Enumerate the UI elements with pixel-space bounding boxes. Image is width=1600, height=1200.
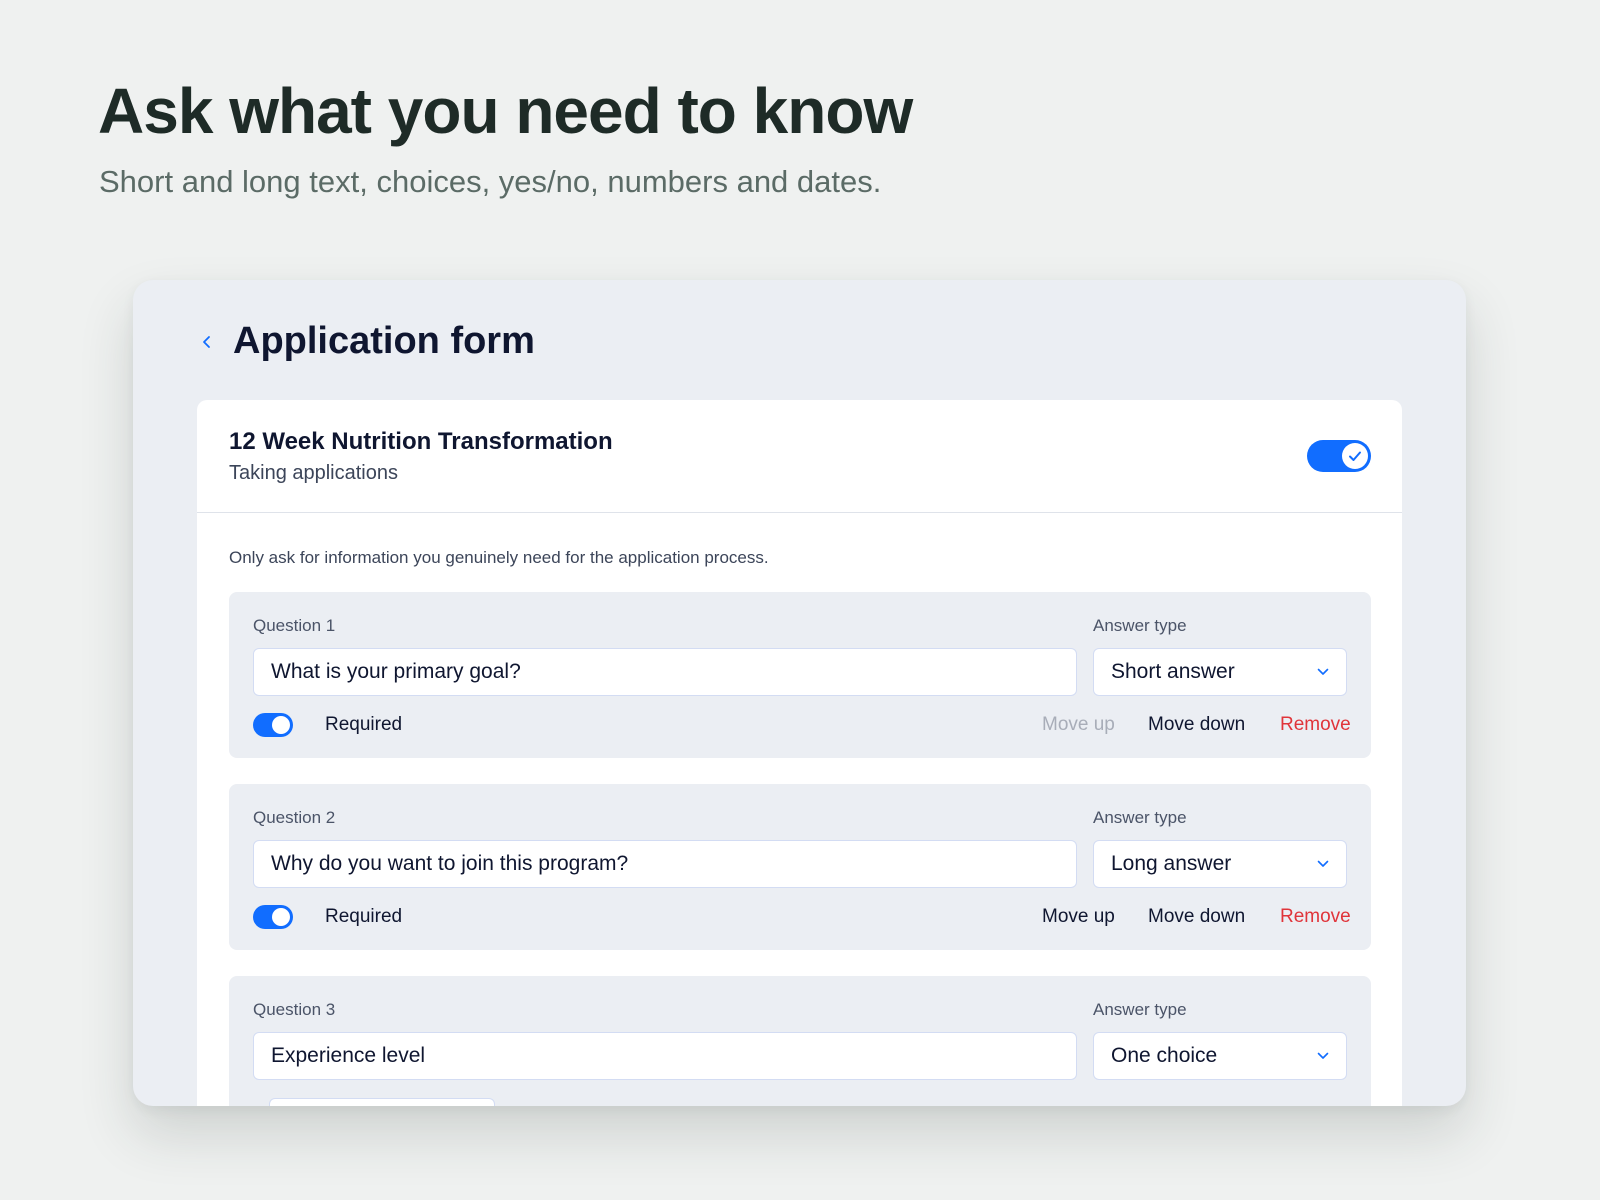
required-toggle[interactable] bbox=[253, 905, 293, 929]
answer-type-label: Answer type bbox=[1093, 808, 1187, 827]
question-block-2: Question 2 Answer type Why do you want t… bbox=[229, 784, 1371, 950]
question-block-1: Question 1 Answer type What is your prim… bbox=[229, 592, 1371, 758]
move-down-button[interactable]: Move down bbox=[1148, 713, 1245, 737]
remove-button[interactable]: Remove bbox=[1280, 713, 1351, 737]
answer-type-value: One choice bbox=[1111, 1044, 1218, 1067]
question-block-3: Question 3 Answer type Experience level … bbox=[229, 976, 1371, 1106]
page-title: Application form bbox=[233, 320, 535, 362]
question-input[interactable]: What is your primary goal? bbox=[253, 648, 1077, 696]
toggle-knob bbox=[272, 908, 290, 926]
question-input[interactable]: Why do you want to join this program? bbox=[253, 840, 1077, 888]
answer-type-select[interactable]: One choice bbox=[1093, 1032, 1347, 1080]
answer-type-select[interactable]: Short answer bbox=[1093, 648, 1347, 696]
program-header: 12 Week Nutrition Transformation Taking … bbox=[197, 400, 1402, 513]
form-hint: Only ask for information you genuinely n… bbox=[229, 548, 769, 567]
chevron-down-icon bbox=[1317, 860, 1329, 868]
chevron-left-icon bbox=[203, 336, 210, 348]
accepting-applications-toggle[interactable] bbox=[1307, 440, 1371, 472]
back-button[interactable] bbox=[199, 332, 215, 352]
answer-type-label: Answer type bbox=[1093, 616, 1187, 635]
app-window: Application form 12 Week Nutrition Trans… bbox=[133, 280, 1466, 1106]
program-name: 12 Week Nutrition Transformation bbox=[229, 428, 613, 455]
question-label: Question 1 bbox=[253, 616, 336, 635]
choice-option-input[interactable] bbox=[269, 1098, 495, 1106]
program-status: Taking applications bbox=[229, 462, 398, 484]
required-label: Required bbox=[325, 714, 403, 735]
answer-type-select[interactable]: Long answer bbox=[1093, 840, 1347, 888]
hero-subtitle: Short and long text, choices, yes/no, nu… bbox=[99, 164, 882, 199]
required-label: Required bbox=[325, 906, 403, 927]
toggle-knob bbox=[272, 716, 290, 734]
question-input[interactable]: Experience level bbox=[253, 1032, 1077, 1080]
chevron-down-icon bbox=[1317, 668, 1329, 676]
toggle-knob bbox=[1342, 443, 1368, 469]
answer-type-label: Answer type bbox=[1093, 1000, 1187, 1019]
chevron-down-icon bbox=[1317, 1052, 1329, 1060]
move-down-button[interactable]: Move down bbox=[1148, 905, 1245, 929]
remove-button[interactable]: Remove bbox=[1280, 905, 1351, 929]
required-toggle[interactable] bbox=[253, 713, 293, 737]
program-card: 12 Week Nutrition Transformation Taking … bbox=[197, 400, 1402, 1106]
move-up-button[interactable]: Move up bbox=[1042, 905, 1115, 929]
answer-type-value: Long answer bbox=[1111, 852, 1232, 875]
hero-title: Ask what you need to know bbox=[98, 75, 913, 147]
answer-type-value: Short answer bbox=[1111, 660, 1235, 683]
check-icon bbox=[1349, 451, 1361, 461]
move-up-button: Move up bbox=[1042, 714, 1115, 735]
question-label: Question 2 bbox=[253, 808, 336, 827]
question-label: Question 3 bbox=[253, 1000, 336, 1019]
